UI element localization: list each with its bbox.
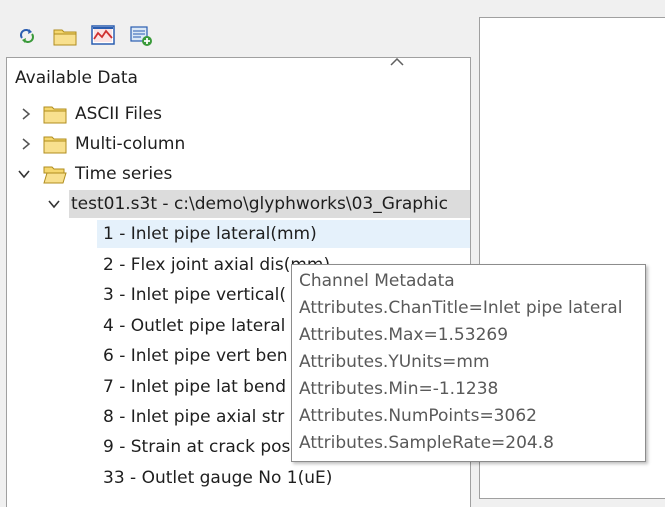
scroll-up-icon[interactable]: [387, 57, 407, 70]
channel-label: 8 - Inlet pipe axial str: [103, 407, 285, 427]
tooltip-line: Attributes.Max=1.53269: [299, 325, 509, 345]
display-icon: [91, 25, 115, 45]
folder-open-icon: [43, 166, 67, 184]
tree-folder-label: Time series: [75, 164, 173, 184]
chevron-right-icon[interactable]: [19, 107, 33, 121]
tree-folder-label: ASCII Files: [75, 104, 163, 124]
toolbar: [14, 20, 154, 52]
channel-label: 1 - Inlet pipe lateral(mm): [103, 224, 317, 244]
tree-folder-label: Multi-column: [75, 134, 186, 154]
folder-icon: [43, 106, 67, 124]
add-data-button[interactable]: [128, 23, 154, 49]
chevron-down-icon[interactable]: [47, 197, 61, 211]
channel-label: 6 - Inlet pipe vert ben: [103, 346, 288, 366]
tooltip-line: Attributes.Min=-1.1238: [299, 379, 499, 399]
tree-file-test01[interactable]: test01.s3t - c:\demo\glyphworks\03_Graph…: [43, 190, 470, 218]
tree-folder-ascii-files[interactable]: ASCII Files: [7, 100, 470, 128]
chevron-right-icon[interactable]: [19, 137, 33, 151]
channel-label: 4 - Outlet pipe lateral: [103, 316, 286, 336]
open-folder-button[interactable]: [52, 23, 78, 49]
tree-folder-time-series[interactable]: Time series: [7, 160, 470, 188]
refresh-button[interactable]: [14, 23, 40, 49]
channel-metadata-tooltip: Channel Metadata Attributes.ChanTitle=In…: [291, 264, 646, 462]
channel-label: 3 - Inlet pipe vertical(: [103, 285, 286, 305]
tooltip-line: Attributes.ChanTitle=Inlet pipe lateral: [299, 298, 623, 318]
channel-label: 7 - Inlet pipe lat bend: [103, 377, 286, 397]
add-data-icon: [130, 26, 152, 46]
chevron-down-icon[interactable]: [17, 167, 31, 181]
channel-label: 33 - Outlet gauge No 1(uE): [103, 468, 333, 488]
channel-label: 9 - Strain at crack pos: [103, 437, 291, 457]
channel-item[interactable]: 1 - Inlet pipe lateral(mm): [97, 220, 470, 248]
display-button[interactable]: [90, 23, 116, 49]
panel-title: Available Data: [15, 68, 138, 88]
tooltip-line: Attributes.YUnits=mm: [299, 352, 490, 372]
channel-item[interactable]: 33 - Outlet gauge No 1(uE): [97, 464, 470, 492]
refresh-icon: [20, 29, 34, 43]
tooltip-line: Attributes.SampleRate=204.8: [299, 433, 554, 453]
open-folder-icon: [53, 29, 77, 46]
tooltip-title: Channel Metadata: [299, 271, 455, 291]
folder-icon: [43, 136, 67, 154]
tree-file-label: test01.s3t - c:\demo\glyphworks\03_Graph…: [69, 190, 470, 218]
tree-folder-multi-column[interactable]: Multi-column: [7, 130, 470, 158]
tooltip-line: Attributes.NumPoints=3062: [299, 406, 537, 426]
